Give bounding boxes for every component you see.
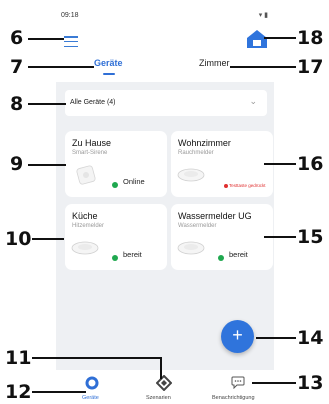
- callout-15: 15: [297, 226, 324, 248]
- nav-item-devices[interactable]: Geräte: [72, 370, 112, 404]
- callout-line-9: [28, 164, 66, 166]
- callout-line-15: [264, 236, 296, 238]
- callout-8: 8: [10, 93, 24, 115]
- tab-rooms[interactable]: Zimmer: [199, 58, 230, 68]
- callout-line-8: [28, 103, 66, 105]
- add-device-button[interactable]: +: [221, 320, 254, 353]
- tab-devices[interactable]: Geräte: [94, 58, 123, 68]
- device-type: Wassermelder: [178, 223, 217, 229]
- callout-6: 6: [10, 27, 24, 49]
- status-dot-ready: [112, 255, 118, 261]
- device-card-siren[interactable]: Zu Hause Smart-Sirene Online: [65, 131, 167, 197]
- device-type: Hitzemelder: [72, 223, 105, 229]
- status-bar: 09:18 ▾ ▮: [56, 0, 274, 28]
- callout-line-7: [28, 66, 94, 68]
- callout-line-11-vertical: [160, 357, 162, 379]
- nav-label: Geräte: [82, 395, 99, 401]
- water-detector-icon: [177, 241, 205, 255]
- callout-11: 11: [5, 347, 32, 369]
- device-name: Wassermelder UG: [178, 211, 252, 221]
- callout-17: 17: [297, 56, 324, 78]
- status-dot-warning: [224, 183, 228, 188]
- top-bar: Geräte Zimmer: [56, 28, 274, 82]
- callout-line-10: [32, 238, 64, 240]
- device-card-smoke[interactable]: Wohnzimmer Rauchmelder Testtaste gedrück…: [171, 131, 273, 197]
- callout-18: 18: [297, 27, 324, 49]
- notification-bubble-icon: [231, 376, 245, 389]
- device-status-warning: Testtaste gedrückt: [224, 183, 266, 188]
- device-filter-dropdown[interactable]: Alle Geräte (4) ⌄: [65, 90, 267, 116]
- filter-selected-value: Alle Geräte (4): [70, 99, 116, 106]
- device-card-heat[interactable]: Küche Hitzemelder bereit: [65, 204, 167, 270]
- bottom-navigation: Geräte Szenarien Benachrichtigung: [56, 370, 274, 404]
- callout-line-11: [32, 357, 162, 359]
- device-status: bereit: [229, 250, 248, 259]
- nav-item-scenarios[interactable]: Szenarien: [140, 370, 188, 404]
- device-card-water[interactable]: Wassermelder UG Wassermelder bereit: [171, 204, 273, 270]
- callout-line-6: [28, 38, 64, 40]
- plus-icon: +: [232, 325, 243, 345]
- siren-device-icon: [76, 165, 96, 185]
- device-status: bereit: [123, 250, 142, 259]
- nav-item-notifications[interactable]: Benachrichtigung: [206, 370, 272, 404]
- menu-icon[interactable]: [64, 36, 78, 48]
- device-name: Wohnzimmer: [178, 138, 231, 148]
- status-dot-ready: [218, 255, 224, 261]
- nav-label: Szenarien: [146, 395, 171, 401]
- callout-line-18: [264, 37, 296, 39]
- callout-14: 14: [297, 327, 324, 349]
- callout-line-17: [230, 66, 296, 68]
- scenarios-icon: [156, 375, 172, 391]
- callout-line-16: [264, 163, 296, 165]
- callout-7: 7: [10, 56, 24, 78]
- chevron-down-icon: ⌄: [249, 96, 257, 106]
- app-screen: 09:18 ▾ ▮ Geräte Zimmer Alle Geräte (4) …: [56, 0, 274, 404]
- callout-line-12: [32, 391, 86, 393]
- device-type: Smart-Sirene: [72, 150, 108, 156]
- signal-battery-icon: ▾ ▮: [258, 12, 268, 19]
- status-time: 09:18: [61, 12, 79, 19]
- smoke-detector-icon: [177, 168, 205, 182]
- heat-detector-icon: [71, 241, 99, 255]
- callout-9: 9: [10, 153, 24, 175]
- status-dot-online: [112, 182, 118, 188]
- callout-16: 16: [297, 153, 324, 175]
- device-name: Zu Hause: [72, 138, 112, 148]
- devices-ring-icon: [85, 376, 99, 390]
- warning-text: Testtaste gedrückt: [229, 183, 266, 188]
- callout-12: 12: [5, 381, 32, 403]
- active-tab-indicator: [103, 73, 115, 75]
- device-status: Online: [123, 177, 145, 186]
- callout-line-14: [256, 337, 296, 339]
- callout-10: 10: [5, 228, 32, 250]
- device-name: Küche: [72, 211, 98, 221]
- callout-13: 13: [297, 372, 324, 394]
- nav-label: Benachrichtigung: [212, 395, 255, 401]
- device-type: Rauchmelder: [178, 150, 214, 156]
- callout-line-13: [252, 382, 296, 384]
- home-icon[interactable]: [246, 28, 268, 50]
